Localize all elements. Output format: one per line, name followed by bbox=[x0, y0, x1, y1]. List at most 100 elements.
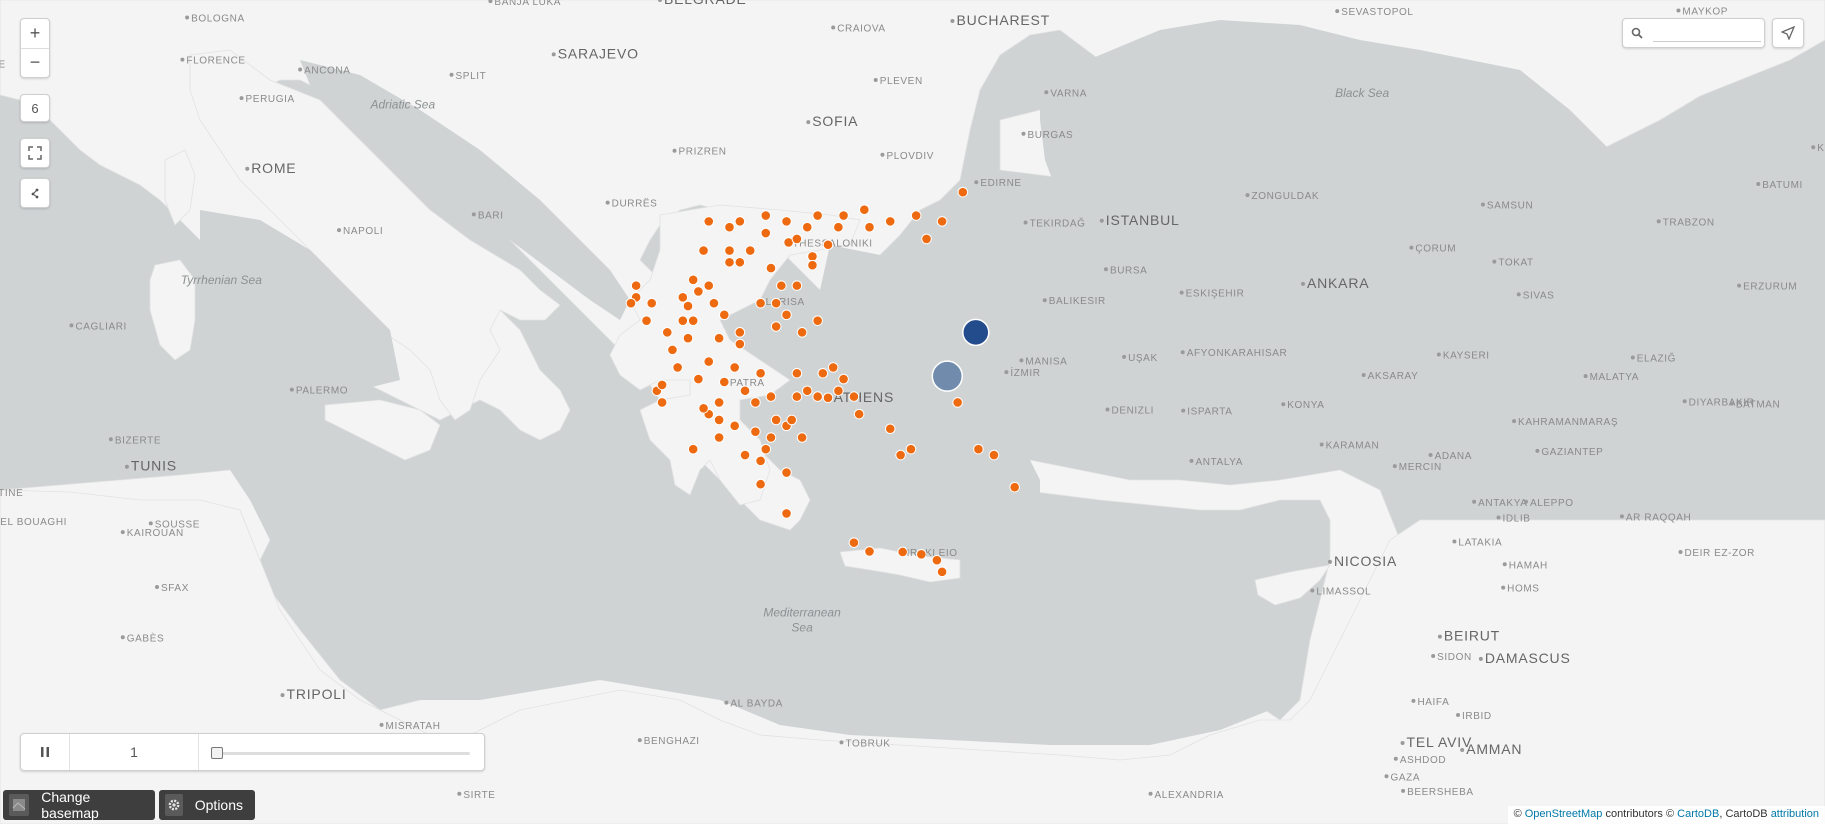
data-point[interactable] bbox=[734, 216, 746, 227]
data-point[interactable] bbox=[739, 449, 751, 461]
data-point[interactable] bbox=[713, 414, 725, 426]
data-point[interactable] bbox=[734, 327, 746, 338]
data-point[interactable] bbox=[916, 549, 927, 560]
data-point[interactable] bbox=[734, 338, 746, 350]
data-point[interactable] bbox=[724, 256, 735, 268]
options-button[interactable]: Options bbox=[159, 790, 255, 820]
data-point[interactable] bbox=[988, 449, 1000, 461]
data-point[interactable] bbox=[822, 239, 834, 251]
highlight-point[interactable] bbox=[931, 360, 964, 392]
attribution-link[interactable]: attribution bbox=[1771, 808, 1819, 820]
data-point[interactable] bbox=[895, 449, 906, 461]
data-point[interactable] bbox=[698, 245, 709, 256]
data-point[interactable] bbox=[801, 221, 813, 233]
data-point[interactable] bbox=[729, 420, 740, 432]
data-point[interactable] bbox=[781, 508, 792, 519]
data-point[interactable] bbox=[770, 321, 782, 332]
data-point[interactable] bbox=[827, 362, 839, 373]
data-point[interactable] bbox=[713, 432, 725, 443]
data-point[interactable] bbox=[687, 443, 699, 455]
data-point[interactable] bbox=[724, 221, 735, 233]
data-point[interactable] bbox=[765, 391, 777, 402]
data-point[interactable] bbox=[812, 315, 823, 326]
data-point[interactable] bbox=[687, 274, 699, 286]
data-point[interactable] bbox=[729, 362, 740, 373]
data-point[interactable] bbox=[641, 315, 652, 326]
change-basemap-button[interactable]: Change basemap bbox=[3, 789, 155, 821]
data-point[interactable] bbox=[739, 385, 751, 397]
data-point[interactable] bbox=[897, 546, 908, 558]
zoom-in-button[interactable]: + bbox=[21, 19, 49, 48]
data-point[interactable] bbox=[957, 186, 969, 198]
data-point[interactable] bbox=[625, 297, 637, 309]
data-point[interactable] bbox=[910, 210, 922, 221]
data-point[interactable] bbox=[864, 546, 875, 557]
data-point[interactable] bbox=[755, 367, 766, 379]
data-point[interactable] bbox=[786, 414, 798, 426]
data-point[interactable] bbox=[905, 443, 917, 455]
cartodb-link[interactable]: CartoDB bbox=[1677, 808, 1719, 820]
data-point[interactable] bbox=[859, 204, 870, 215]
data-point[interactable] bbox=[630, 280, 642, 291]
share-button[interactable] bbox=[20, 178, 50, 208]
data-point[interactable] bbox=[760, 443, 772, 455]
data-point[interactable] bbox=[755, 455, 766, 467]
data-point[interactable] bbox=[672, 362, 683, 373]
data-point[interactable] bbox=[719, 309, 730, 321]
data-point[interactable] bbox=[838, 373, 849, 385]
data-point[interactable] bbox=[952, 397, 963, 408]
data-point[interactable] bbox=[791, 367, 803, 379]
data-point[interactable] bbox=[713, 397, 725, 408]
slider-handle[interactable] bbox=[211, 747, 223, 759]
data-point[interactable] bbox=[719, 376, 730, 388]
data-point[interactable] bbox=[703, 216, 715, 227]
data-point[interactable] bbox=[791, 233, 803, 245]
data-point[interactable] bbox=[656, 379, 668, 391]
data-point[interactable] bbox=[853, 408, 865, 420]
map-canvas[interactable]: BANJA LUKA BELGRADE BUCHAREST SEVASTOPOL MAY… bbox=[0, 0, 1825, 824]
data-point[interactable] bbox=[776, 280, 787, 291]
data-point[interactable] bbox=[667, 344, 678, 356]
data-point[interactable] bbox=[884, 216, 896, 227]
data-point[interactable] bbox=[833, 221, 844, 233]
data-point[interactable] bbox=[682, 300, 694, 312]
data-point[interactable] bbox=[703, 280, 715, 291]
data-point[interactable] bbox=[791, 391, 803, 402]
data-point[interactable] bbox=[693, 373, 704, 385]
data-point[interactable] bbox=[693, 286, 704, 297]
data-point[interactable] bbox=[791, 280, 803, 291]
data-point[interactable] bbox=[646, 297, 658, 309]
zoom-out-button[interactable]: − bbox=[21, 49, 49, 78]
data-point[interactable] bbox=[807, 259, 818, 271]
data-point[interactable] bbox=[781, 309, 792, 321]
data-point[interactable] bbox=[801, 385, 813, 397]
data-point[interactable] bbox=[687, 315, 699, 326]
data-point[interactable] bbox=[781, 216, 792, 227]
data-point[interactable] bbox=[796, 327, 808, 338]
data-point[interactable] bbox=[770, 297, 782, 309]
data-point[interactable] bbox=[734, 256, 746, 268]
data-point[interactable] bbox=[936, 216, 948, 227]
data-point[interactable] bbox=[755, 478, 766, 490]
data-point[interactable] bbox=[750, 397, 761, 408]
data-point[interactable] bbox=[812, 210, 823, 221]
data-point[interactable] bbox=[713, 332, 725, 344]
data-point[interactable] bbox=[796, 432, 808, 443]
data-point[interactable] bbox=[760, 227, 772, 239]
data-point[interactable] bbox=[1009, 481, 1020, 493]
data-point[interactable] bbox=[838, 210, 849, 221]
data-point[interactable] bbox=[744, 245, 756, 256]
osm-link[interactable]: OpenStreetMap bbox=[1525, 808, 1603, 820]
data-point[interactable] bbox=[682, 332, 694, 344]
data-point[interactable] bbox=[661, 327, 673, 338]
slider-track[interactable] bbox=[199, 734, 484, 770]
data-point[interactable] bbox=[656, 397, 668, 408]
data-point[interactable] bbox=[822, 392, 834, 404]
data-point[interactable] bbox=[698, 402, 709, 414]
data-point[interactable] bbox=[833, 385, 844, 397]
data-point[interactable] bbox=[755, 297, 766, 309]
data-point[interactable] bbox=[884, 423, 896, 435]
highlight-point[interactable] bbox=[962, 318, 990, 347]
data-point[interactable] bbox=[770, 414, 782, 426]
data-point[interactable] bbox=[750, 426, 761, 437]
